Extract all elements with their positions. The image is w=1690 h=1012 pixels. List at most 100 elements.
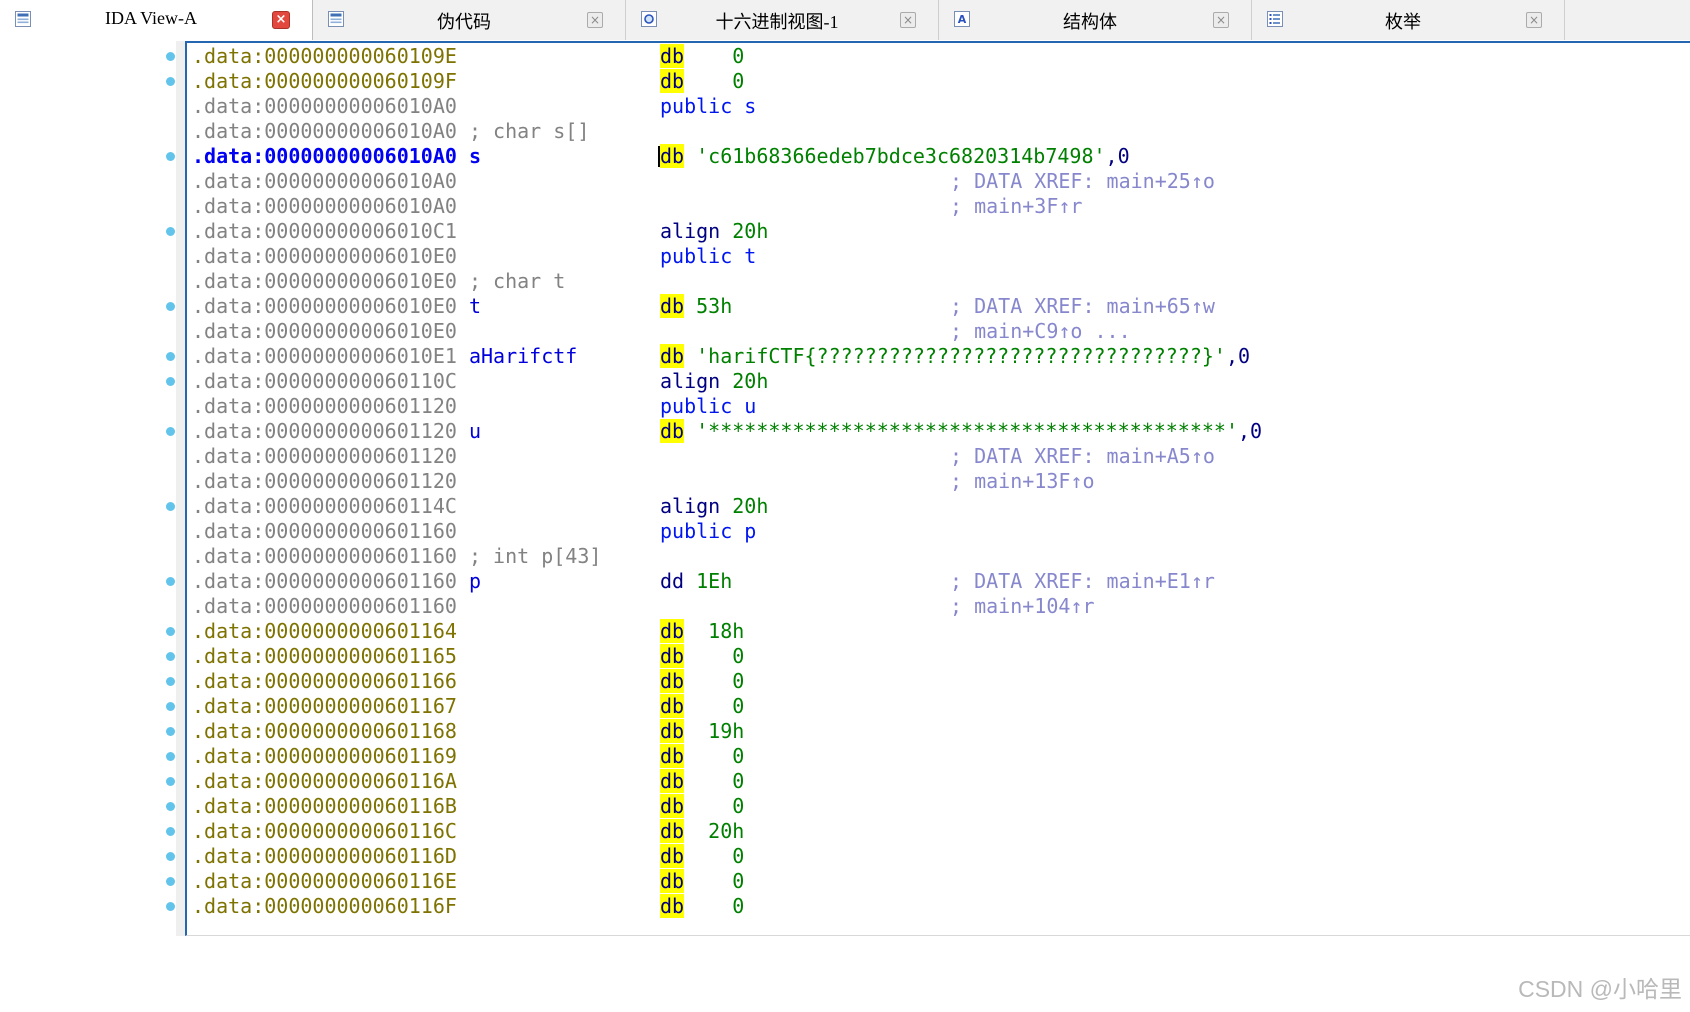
listing-line[interactable]: .data:000000000060116D db 0 (166, 844, 744, 869)
listing-line[interactable]: .data:0000000000601120 public u (192, 394, 756, 419)
code-token: db (660, 719, 685, 743)
listing-line[interactable]: .data:00000000006010A0 ; char s[] (192, 119, 601, 144)
code-token: 0 (684, 669, 745, 693)
listing-line[interactable]: .data:00000000006010A0 public s (192, 94, 756, 119)
address: .data:0000000000601120 (192, 419, 457, 443)
listing-line[interactable]: .data:000000000060116F db 0 (166, 894, 744, 919)
listing-line[interactable]: .data:00000000006010E0 ; main+C9↑o ... (192, 319, 1131, 344)
code-token: align (660, 494, 721, 518)
code-token: 20h (720, 219, 769, 243)
address: .data:00000000006010A0 (192, 94, 457, 118)
code-token: db (660, 869, 685, 893)
code: db 18h (660, 619, 744, 644)
listing-line[interactable]: .data:0000000000601160 p dd 1Eh ; DATA XRE… (166, 569, 1215, 594)
listing-line[interactable]: .data:0000000000601160 ; int p[43] (192, 544, 601, 569)
code-token: db (660, 794, 685, 818)
listing-line[interactable]: .data:00000000006010A0 s db 'c61b68366ede… (166, 144, 1130, 169)
code-token: public t (660, 244, 757, 268)
listing-line[interactable]: .data:00000000006010A0 ; main+3F↑r (192, 194, 1082, 219)
tab-structures[interactable]: A 结构体 × (939, 0, 1252, 40)
item-mark-dot (166, 752, 175, 761)
close-tab-icon[interactable]: × (272, 11, 290, 29)
tab-hex-view-1[interactable]: 十六进制视图-1 × (626, 0, 939, 40)
listing-line[interactable]: .data:0000000000601120 ; DATA XREF: main+… (192, 444, 1215, 469)
code-token: 0 (684, 69, 745, 93)
code-token: 'c61b68366edeb7bdce3c6820314b7498' (696, 144, 1106, 168)
address: .data:0000000000601168 (192, 719, 457, 743)
code-token: db (660, 669, 685, 693)
code-token: 20h (720, 494, 769, 518)
item-mark-dot (166, 777, 175, 786)
listing-line[interactable]: .data:0000000000601167 db 0 (166, 694, 744, 719)
item-mark-dot (166, 577, 175, 586)
close-tab-icon[interactable]: × (1213, 12, 1229, 28)
listing-line[interactable]: .data:0000000000601120 u db '************… (166, 419, 1262, 444)
item-mark-dot (166, 677, 175, 686)
close-tab-icon[interactable]: × (1526, 12, 1542, 28)
listing-line[interactable]: .data:0000000000601166 db 0 (166, 669, 744, 694)
item-mark-dot (166, 427, 175, 436)
address: .data:00000000006010E0 (192, 244, 457, 268)
code: db 0 (660, 794, 744, 819)
address: .data:00000000006010A0 ; char s[] (192, 119, 590, 143)
listing-line[interactable]: .data:000000000060116A db 0 (166, 769, 744, 794)
tab-ida-view-a[interactable]: IDA View-A × (0, 0, 313, 40)
listing-line[interactable]: .data:0000000000601160 ; main+104↑r (192, 594, 1095, 619)
tab-pseudocode[interactable]: 伪代码 × (313, 0, 626, 40)
address: .data:0000000000601165 (192, 644, 457, 668)
listing-line[interactable]: .data:000000000060116C db 20h (166, 819, 744, 844)
item-mark-dot (166, 727, 175, 736)
item-mark-dot (166, 852, 175, 861)
listing-line[interactable]: .data:000000000060116B db 0 (166, 794, 744, 819)
address: .data:000000000060116C (192, 819, 457, 843)
listing-line[interactable]: .data:000000000060110C align 20h (166, 369, 768, 394)
code-token: 0 (684, 644, 745, 668)
listing-line[interactable]: .data:000000000060114C align 20h (166, 494, 768, 519)
listing-line[interactable]: .data:0000000000601169 db 0 (166, 744, 744, 769)
tab-enums[interactable]: 枚举 × (1252, 0, 1565, 40)
item-mark-dot (166, 377, 175, 386)
code-token: ,0 (1225, 344, 1251, 368)
close-tab-icon[interactable]: × (587, 12, 603, 28)
item-mark-dot (166, 227, 175, 236)
xref-comment: ; main+104↑r (950, 594, 1095, 618)
code-token: ,0 (1238, 419, 1263, 443)
listing-line[interactable]: .data:000000000060109E db 0 (166, 44, 744, 69)
address: .data:000000000060116F (192, 894, 457, 918)
listing-line[interactable]: .data:00000000006010A0 ; DATA XREF: main+… (192, 169, 1215, 194)
listing-line[interactable]: .data:00000000006010E1 aHarifctf db 'hari… (166, 344, 1250, 369)
item-mark-dot (166, 827, 175, 836)
code: db 0 (660, 694, 744, 719)
listing-line[interactable]: .data:00000000006010E0 ; char t (192, 269, 601, 294)
listing-line[interactable]: .data:00000000006010E0 t db 53h ; DATA XRE… (166, 294, 1215, 319)
item-mark-dot (166, 502, 175, 511)
listing-line[interactable]: .data:0000000000601164 db 18h (166, 619, 744, 644)
code-token: 0 (684, 844, 745, 868)
address: .data:000000000060116E (192, 869, 457, 893)
code-token: '***************************************… (696, 419, 1238, 443)
address: .data:00000000006010C1 (192, 219, 457, 243)
code-token: db (660, 894, 685, 918)
code-token: 0 (684, 794, 745, 818)
listing-line[interactable]: .data:0000000000601160 public p (192, 519, 756, 544)
listing-line[interactable]: .data:000000000060116E db 0 (166, 869, 744, 894)
code: db 0 (660, 744, 744, 769)
listing-line[interactable]: .data:0000000000601168 db 19h (166, 719, 744, 744)
code-token: db (660, 344, 685, 368)
listing-line[interactable]: .data:000000000060109F db 0 (166, 69, 744, 94)
code-token: 1Eh (684, 569, 733, 593)
xref-comment: ; DATA XREF: main+E1↑r (950, 569, 1215, 593)
listing-line[interactable]: .data:0000000000601165 db 0 (166, 644, 744, 669)
close-tab-icon[interactable]: × (900, 12, 916, 28)
xref-comment: ; main+C9↑o ... (950, 319, 1131, 343)
text-caret (658, 146, 660, 167)
listing-line[interactable]: .data:0000000000601120 ; main+13F↑o (192, 469, 1095, 494)
disassembly-view[interactable]: .data:000000000060109E db 0 .data:00000000… (166, 41, 1690, 936)
listing-line[interactable]: .data:00000000006010E0 public t (192, 244, 756, 269)
listing-line[interactable]: .data:00000000006010C1 align 20h (166, 219, 768, 244)
xref-comment: ; main+13F↑o (950, 469, 1095, 493)
address: .data:0000000000601169 (192, 744, 457, 768)
